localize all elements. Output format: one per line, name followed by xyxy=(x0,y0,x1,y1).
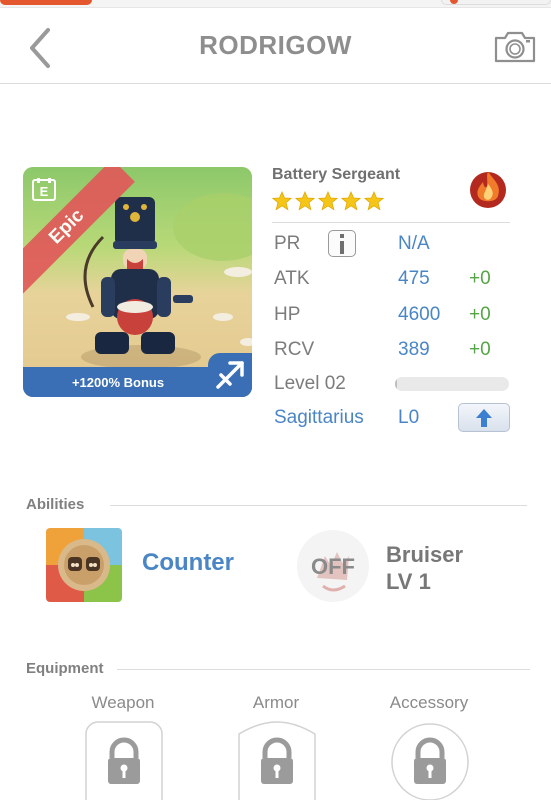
header: RODRIGOW xyxy=(0,8,551,84)
upgrade-button[interactable] xyxy=(458,403,510,432)
pr-label: PR xyxy=(274,233,301,254)
hp-delta: +0 xyxy=(469,304,491,325)
weapon-label: Weapon xyxy=(91,693,155,712)
bruiser-name: Bruiser xyxy=(386,542,464,567)
sagittarius-arrow-icon xyxy=(216,361,244,389)
armor-slot[interactable] xyxy=(237,720,317,800)
bruiser-level: LV 1 xyxy=(386,569,431,594)
rcv-delta: +0 xyxy=(469,339,491,360)
star-icon xyxy=(341,191,361,211)
hp-value: 4600 xyxy=(398,304,441,325)
status-strip xyxy=(0,0,551,8)
armor-slot-art xyxy=(238,721,316,800)
counter-icon-art xyxy=(46,528,122,602)
counter-ability-name[interactable]: Counter xyxy=(142,549,234,577)
camera-icon xyxy=(494,31,536,63)
zodiac-link[interactable]: Sagittarius xyxy=(274,407,364,429)
atk-value: 475 xyxy=(398,268,430,289)
bruiser-icon-art: OFF xyxy=(297,530,369,602)
zodiac-level: L0 xyxy=(398,407,420,428)
rcv-label: RCV xyxy=(274,339,315,360)
atk-delta: +0 xyxy=(469,268,491,289)
page-title: RODRIGOW xyxy=(199,30,352,60)
hero-name: Battery Sergeant xyxy=(272,166,401,183)
bruiser-ability-icon[interactable]: OFF xyxy=(295,528,371,604)
camera-button[interactable] xyxy=(493,28,537,64)
level-progress-fill xyxy=(395,377,398,391)
weapon-slot-art xyxy=(85,721,163,800)
abilities-divider xyxy=(110,505,527,506)
info-icon xyxy=(340,233,344,254)
counter-ability-icon[interactable] xyxy=(46,528,122,602)
weapon-slot[interactable] xyxy=(84,720,164,800)
star-rating xyxy=(272,191,384,211)
accessory-label: Accessory xyxy=(389,693,469,712)
arrow-up-icon xyxy=(476,408,492,427)
level-progress-bar xyxy=(395,377,509,391)
info-button[interactable] xyxy=(328,230,356,257)
abilities-title: Abilities xyxy=(26,496,85,513)
hp-label: HP xyxy=(274,304,301,325)
pr-value: N/A xyxy=(398,233,430,254)
rcv-value: 389 xyxy=(398,339,430,360)
zodiac-badge xyxy=(208,353,252,397)
atk-label: ATK xyxy=(274,268,310,289)
equipment-divider xyxy=(117,669,530,670)
level-label: Level 02 xyxy=(274,373,346,394)
element-badge-icon: E xyxy=(32,178,56,201)
star-icon xyxy=(364,191,384,211)
star-icon xyxy=(318,191,338,211)
accessory-slot-art xyxy=(391,723,469,800)
stats-divider xyxy=(272,222,510,223)
element-badge-letter: E xyxy=(40,184,49,199)
star-icon xyxy=(272,191,292,211)
star-icon xyxy=(295,191,315,211)
armor-label: Armor xyxy=(252,693,300,712)
accessory-slot[interactable] xyxy=(390,720,470,800)
hero-card[interactable]: Epic E +1200% Bonus xyxy=(23,167,252,397)
fire-icon xyxy=(470,172,506,208)
equipment-title: Equipment xyxy=(26,660,104,677)
off-status-label: OFF xyxy=(311,554,355,579)
bonus-text: +1200% Bonus xyxy=(71,375,165,390)
status-pill xyxy=(441,0,551,5)
bruiser-ability-name: Bruiser LV 1 xyxy=(386,541,463,595)
status-indicator xyxy=(0,0,92,5)
